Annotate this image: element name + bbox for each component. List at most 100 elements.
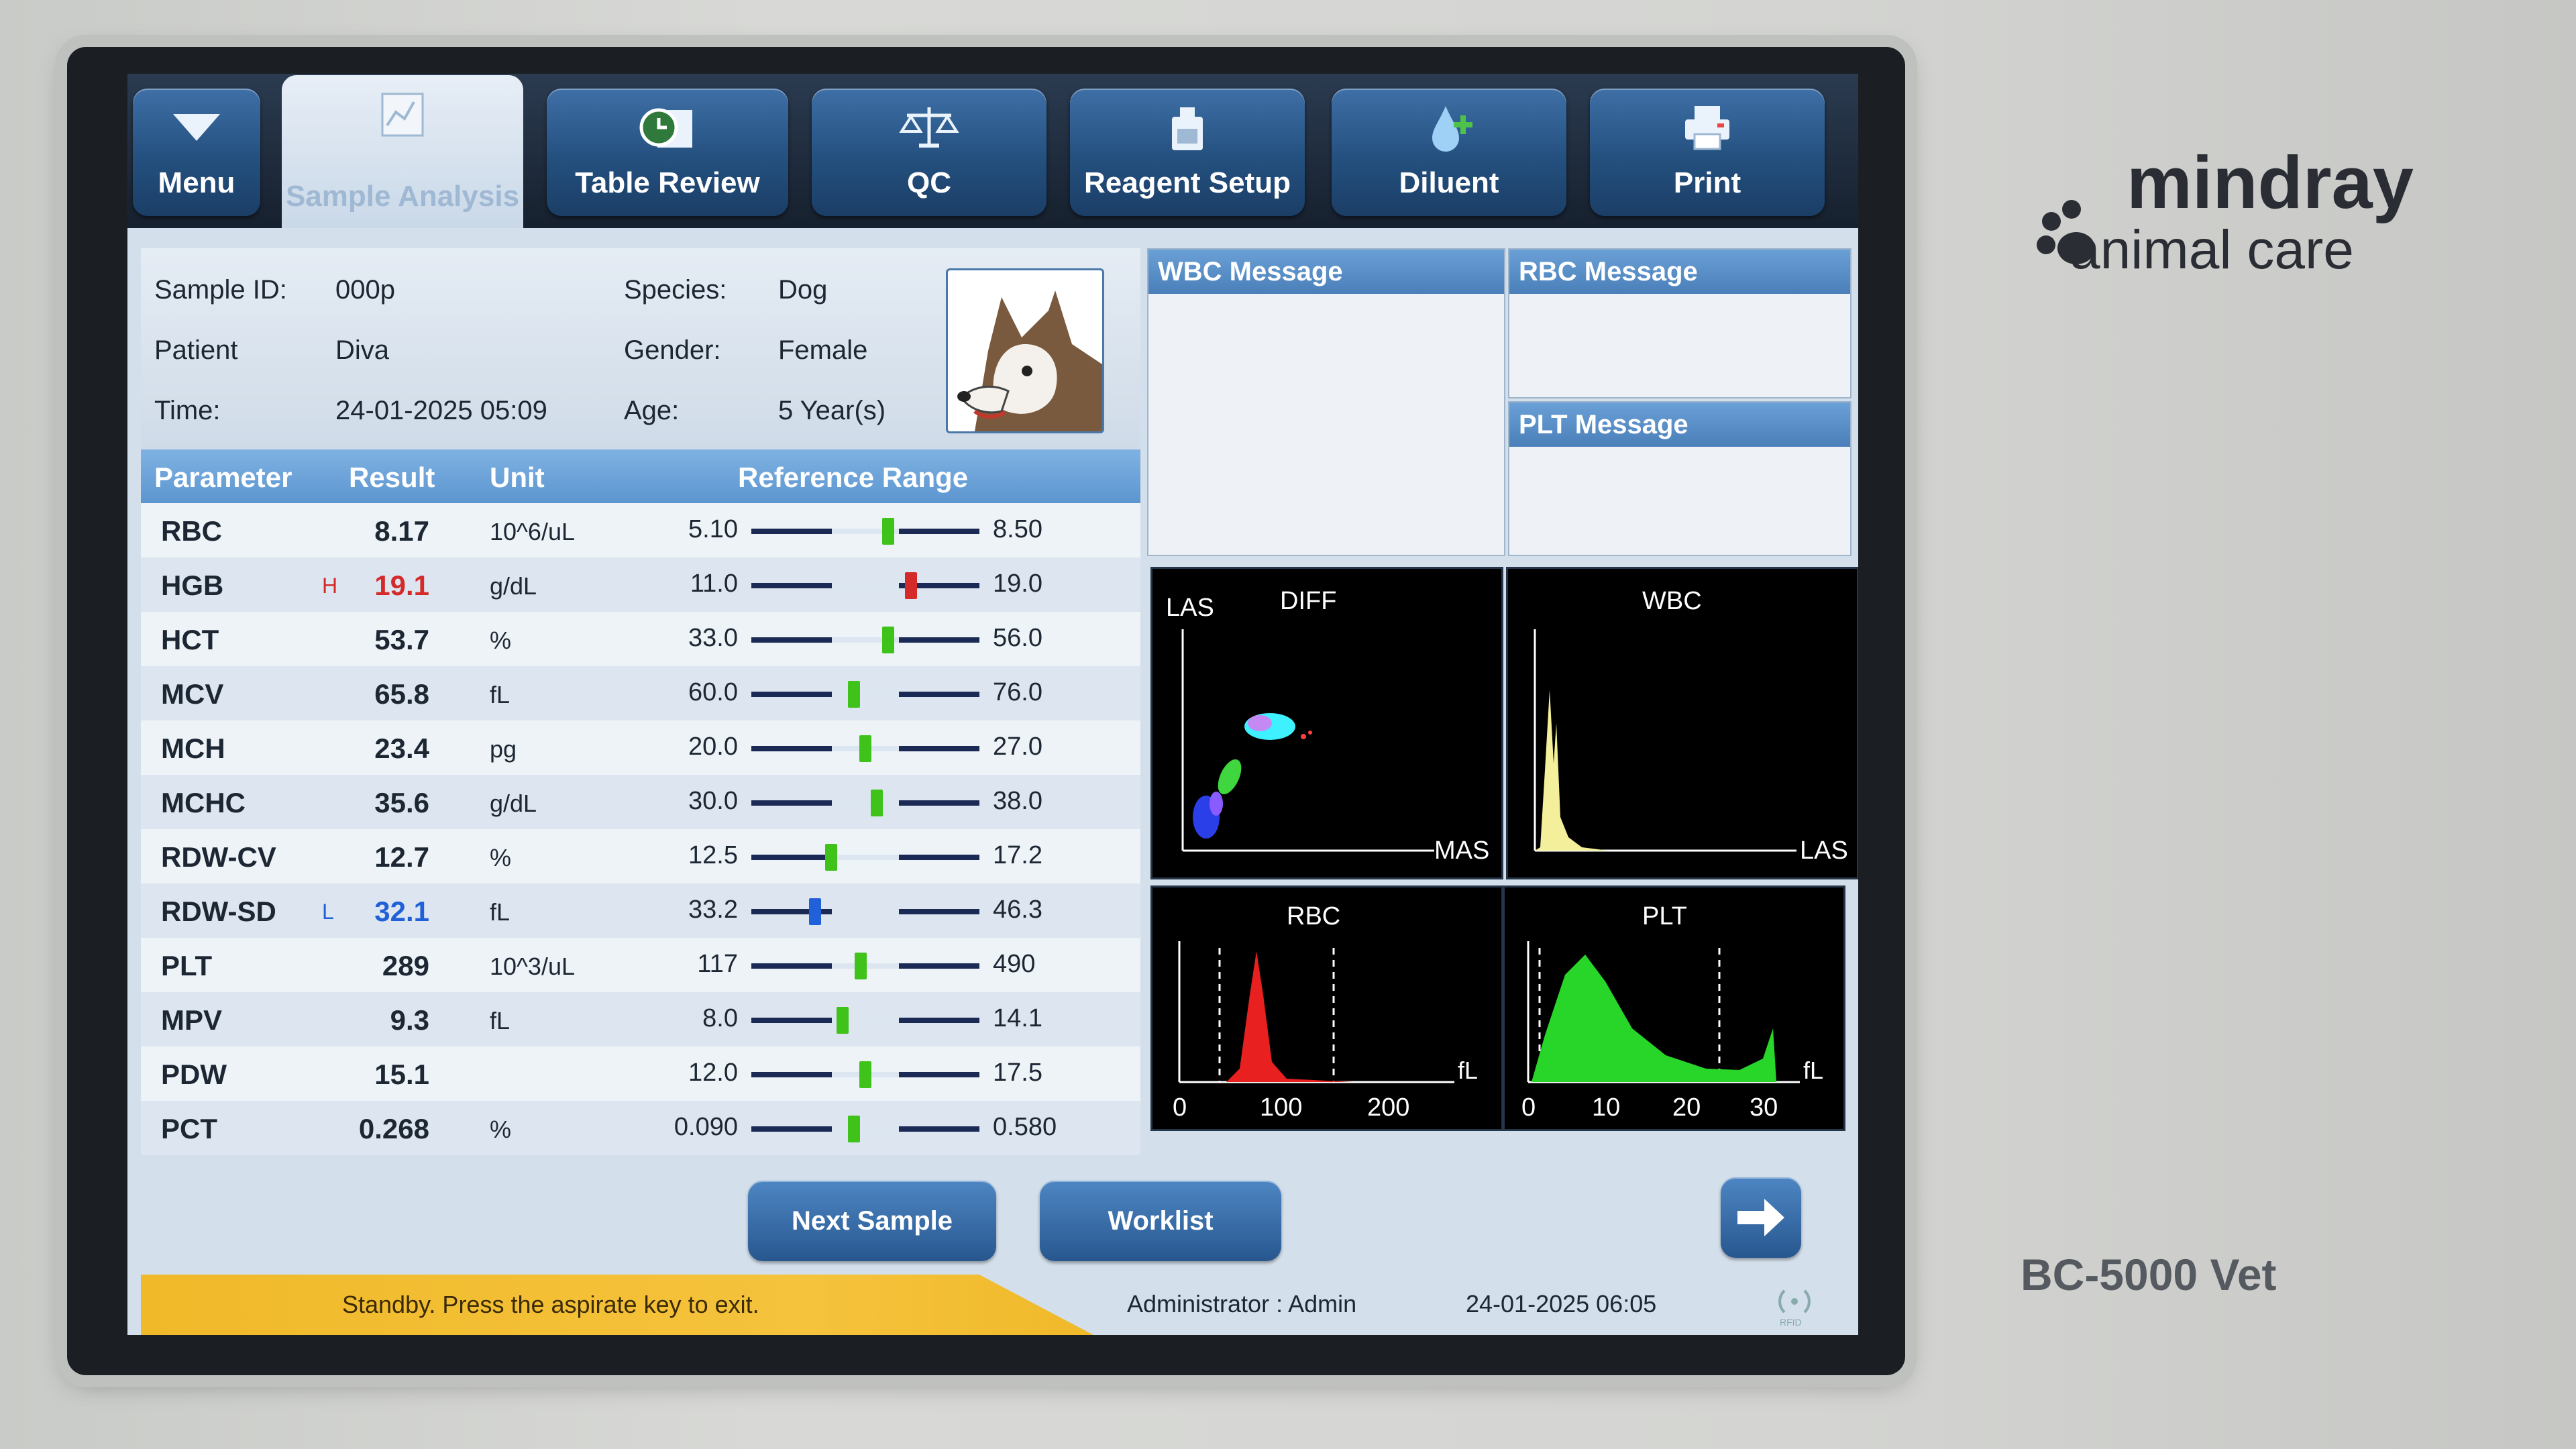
param-name: HGB [161, 570, 224, 601]
plt-tick: 30 [1750, 1093, 1778, 1122]
rbc-title: RBC [1287, 902, 1340, 930]
range-low: 60.0 [688, 678, 738, 706]
age-value: 5 Year(s) [778, 396, 886, 425]
result-marker [882, 627, 894, 653]
table-row: PLT 289 10^3/uL 117 490 [141, 938, 1140, 992]
tab-table-review[interactable]: Table Review [547, 89, 788, 216]
rbc-message-title: RBC Message [1509, 250, 1850, 294]
tab-diluent[interactable]: Diluent [1332, 89, 1566, 216]
result-marker [825, 844, 837, 871]
reference-range-bar [751, 681, 979, 708]
current-user: Administrator : Admin [1127, 1290, 1357, 1318]
reference-range-bar [751, 1007, 979, 1034]
param-name: MCV [161, 678, 224, 710]
reference-range-bar [751, 790, 979, 816]
header-parameter: Parameter [154, 462, 292, 493]
range-low: 11.0 [690, 570, 738, 598]
plt-tick: 20 [1672, 1093, 1701, 1122]
arrow-right-icon [1737, 1199, 1784, 1236]
range-high: 38.0 [993, 787, 1042, 815]
result-unit: g/dL [490, 790, 537, 817]
tab-menu[interactable]: Menu [133, 89, 260, 216]
sample-id-value: 000p [335, 275, 395, 305]
diluent-drop-icon [1432, 106, 1472, 152]
tab-label: Table Review [575, 166, 760, 199]
range-high: 19.0 [993, 570, 1042, 598]
range-low: 33.0 [688, 624, 738, 652]
table-row: RDW-SD L 32.1 fL 33.2 46.3 [141, 883, 1140, 938]
range-low: 20.0 [688, 733, 738, 761]
menu-triangle-icon [173, 114, 220, 141]
result-marker [882, 518, 894, 545]
wbc-title: WBC [1642, 587, 1702, 615]
reference-range-bar [751, 735, 979, 762]
result-marker [855, 953, 867, 979]
sample-analysis-panel: Sample ID: 000p Patient Diva Time: 24-01… [127, 228, 1858, 1335]
brand-subline: animal care [2070, 219, 2354, 280]
param-name: PLT [161, 950, 213, 981]
age-label: Age: [624, 396, 680, 425]
range-low: 33.2 [688, 896, 738, 924]
plt-tick: 0 [1521, 1093, 1536, 1122]
rfid-icon: RFID [1771, 1281, 1818, 1328]
plt-message-title: PLT Message [1509, 402, 1850, 447]
result-flag: L [322, 900, 334, 924]
results-table: RBC 8.17 10^6/uL 5.10 8.50 HGB H 19.1 g/dL 11.0 19… [141, 503, 1140, 1155]
rbc-histogram: RBC fL 0 100 200 [1150, 885, 1503, 1131]
table-row: HGB H 19.1 g/dL 11.0 19.0 [141, 557, 1140, 612]
tab-bar: Menu Sample Analysis Table Review QC Rea… [127, 74, 1858, 229]
table-row: RDW-CV 12.7% 12.5 17.2 [141, 829, 1140, 883]
wbc-message-box: WBC Message [1147, 248, 1505, 556]
reagent-bottle-icon [1172, 107, 1203, 150]
wbc-histogram: WBC LAS [1506, 567, 1858, 879]
printer-icon [1685, 106, 1729, 150]
tab-print[interactable]: Print [1590, 89, 1825, 216]
range-high: 14.1 [993, 1004, 1042, 1032]
reference-range-bar [751, 572, 979, 599]
range-high: 8.50 [993, 515, 1042, 543]
param-name: MCH [161, 733, 225, 764]
result-unit: % [490, 1116, 512, 1143]
tab-sample-analysis[interactable]: Sample Analysis [282, 75, 523, 229]
header-reference-range: Reference Range [738, 462, 969, 493]
range-high: 76.0 [993, 678, 1042, 706]
result-unit: fL [490, 898, 511, 926]
table-row: RBC 8.17 10^6/uL 5.10 8.50 [141, 503, 1140, 557]
time-value: 24-01-2025 05:09 [335, 396, 547, 425]
wbc-message-title: WBC Message [1148, 250, 1504, 294]
param-name: RDW-SD [161, 896, 276, 927]
next-sample-button[interactable]: Next Sample [748, 1181, 996, 1261]
table-row: MCHC 35.6 g/dL 30.0 38.0 [141, 775, 1140, 829]
range-low: 8.0 [702, 1004, 738, 1032]
results-table-header: Parameter Result Unit Reference Range [141, 449, 1140, 503]
result-unit: 10^6/uL [490, 518, 576, 545]
param-name: RBC [161, 515, 222, 547]
worklist-button[interactable]: Worklist [1040, 1181, 1281, 1261]
gender-value: Female [778, 335, 868, 365]
result-value: 53.7 [374, 624, 429, 655]
table-row: MCH 23.4 pg 20.0 27.0 [141, 720, 1140, 775]
diff-title: DIFF [1280, 587, 1336, 615]
tab-qc[interactable]: QC [812, 89, 1046, 216]
table-row: PCT 0.268% 0.090 0.580 [141, 1101, 1140, 1155]
status-message-bar: Standby. Press the aspirate key to exit. [141, 1275, 1093, 1335]
tab-reagent-setup[interactable]: Reagent Setup [1070, 89, 1305, 216]
rbc-tick: 200 [1367, 1093, 1409, 1122]
tab-label: Sample Analysis [285, 180, 520, 213]
next-page-button[interactable] [1721, 1177, 1801, 1258]
header-unit: Unit [490, 462, 545, 493]
species-label: Species: [624, 275, 727, 305]
range-high: 27.0 [993, 733, 1042, 761]
result-unit: g/dL [490, 572, 537, 600]
reference-range-bar [751, 953, 979, 979]
wbc-xlabel: LAS [1800, 837, 1848, 865]
reference-range-bar [751, 898, 979, 925]
range-low: 0.090 [674, 1113, 738, 1141]
chart-icon [381, 93, 424, 137]
rfid-label: RFID [1780, 1317, 1802, 1328]
result-value: 9.3 [390, 1004, 429, 1036]
param-name: HCT [161, 624, 219, 655]
result-value: 23.4 [374, 733, 429, 764]
result-unit: fL [490, 681, 511, 708]
plt-histogram: PLT fL 0 10 20 30 [1503, 885, 1845, 1131]
